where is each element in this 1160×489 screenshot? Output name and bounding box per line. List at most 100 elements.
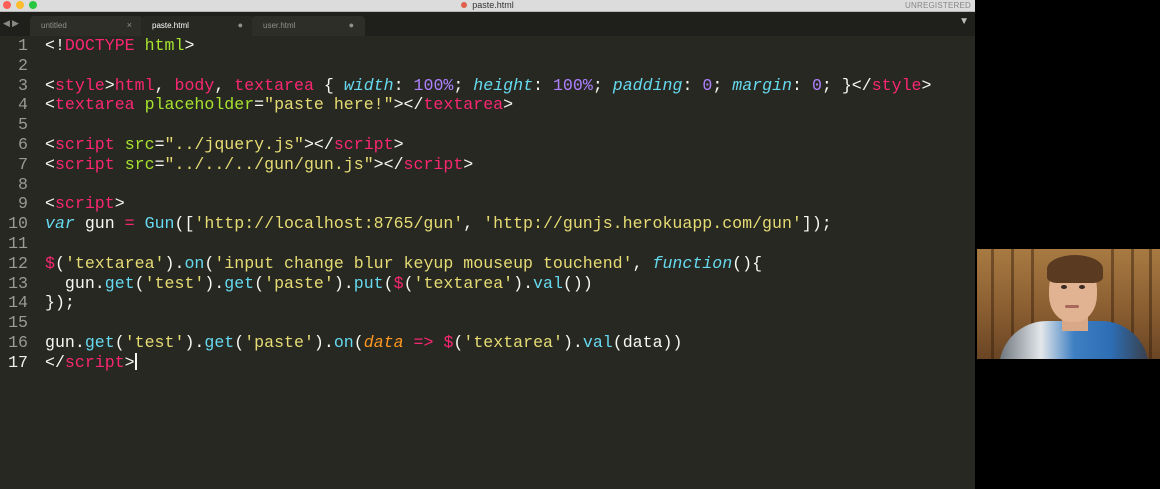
- line-number: 17: [8, 352, 28, 372]
- code-token: data: [363, 332, 404, 352]
- code-token: (: [134, 273, 145, 293]
- code-text[interactable]: <textarea placeholder="paste here!"></te…: [45, 95, 513, 115]
- code-token: ]);: [801, 214, 832, 234]
- code-line[interactable]: 6 <script src="../jquery.js"></script>: [0, 135, 975, 155]
- code-token: >: [114, 194, 125, 214]
- code-token: 0: [702, 75, 713, 95]
- code-text[interactable]: $('textarea').on('input change blur keyu…: [45, 254, 762, 274]
- code-line[interactable]: 15: [0, 313, 975, 333]
- line-number: 7: [18, 154, 28, 174]
- code-token: on: [184, 253, 205, 273]
- code-token: ).: [204, 273, 225, 293]
- code-line[interactable]: 4 <textarea placeholder="paste here!"></t…: [0, 95, 975, 115]
- code-line[interactable]: 14});: [0, 293, 975, 313]
- code-text[interactable]: <style>html, body, textarea { width: 100…: [45, 76, 931, 96]
- code-token: 'paste': [264, 273, 334, 293]
- code-text[interactable]: var gun = Gun(['http://localhost:8765/gu…: [45, 214, 832, 234]
- code-token: {: [313, 75, 344, 95]
- code-line[interactable]: 17 </script>: [0, 352, 975, 373]
- code-token: 'test': [124, 332, 185, 352]
- tab-paste-html[interactable]: paste.html ●: [141, 16, 254, 36]
- line-number: 9: [18, 194, 28, 214]
- code-line[interactable]: 10 var gun = Gun(['http://localhost:8765/…: [0, 214, 975, 234]
- line-number: 1: [18, 36, 28, 55]
- code-token: ,: [154, 75, 175, 95]
- code-token: script: [333, 134, 394, 154]
- code-text[interactable]: });: [45, 293, 75, 313]
- code-text[interactable]: gun.get('test').get('paste').put($('text…: [45, 274, 593, 294]
- code-token: ; }</: [821, 75, 872, 95]
- tab-bar: ◀ ▶ untitled × paste.html ● user.html ● …: [0, 12, 975, 36]
- tab-dropdown-icon[interactable]: ▼: [959, 16, 969, 27]
- code-line[interactable]: 7 <script src="../../../gun/gun.js"></scr…: [0, 155, 975, 175]
- code-token: 100%: [552, 75, 593, 95]
- code-line[interactable]: 13 gun.get('test').get('paste').put($('t…: [0, 274, 975, 294]
- code-line[interactable]: 9 <script>: [0, 194, 975, 214]
- code-token: ).: [562, 332, 583, 352]
- code-token: val: [533, 273, 563, 293]
- file-icon: [461, 2, 468, 8]
- code-token: html: [144, 36, 185, 55]
- code-token: $: [393, 273, 404, 293]
- code-line[interactable]: 8: [0, 175, 975, 195]
- code-token: 'textarea': [64, 253, 165, 273]
- code-token: =>: [413, 332, 434, 352]
- window-title: paste.html: [0, 0, 975, 11]
- code-token: ).: [313, 332, 334, 352]
- code-token: >: [921, 75, 932, 95]
- code-text[interactable]: <script src="../jquery.js"></script>: [45, 135, 404, 155]
- code-editor[interactable]: 1 <!DOCTYPE html> 2 3 <style>html, body, tex…: [0, 36, 975, 489]
- code-token: :: [682, 75, 703, 95]
- modified-dot-icon[interactable]: ●: [238, 20, 243, 30]
- code-line[interactable]: 12 $('textarea').on('input change blur ke…: [0, 254, 975, 274]
- code-token: ></: [393, 95, 424, 115]
- code-text[interactable]: gun.get('test').get('paste').on(data => …: [45, 333, 682, 353]
- code-text[interactable]: <script src="../../../gun/gun.js"></scri…: [45, 155, 473, 175]
- code-token: 'paste': [244, 332, 314, 352]
- code-token: ).: [513, 273, 534, 293]
- code-token: gun: [74, 214, 125, 234]
- line-number: 12: [8, 253, 28, 273]
- code-token: =: [154, 134, 165, 154]
- code-line[interactable]: 3 <style>html, body, textarea { width: 10…: [0, 76, 975, 96]
- code-token: (: [204, 253, 215, 273]
- code-text[interactable]: <script>: [45, 194, 125, 214]
- code-line[interactable]: 16 gun.get('test').get('paste').on(data =…: [0, 333, 975, 353]
- tab-untitled[interactable]: untitled ×: [30, 16, 143, 36]
- code-token: ).: [333, 273, 354, 293]
- code-token: textarea: [423, 95, 504, 115]
- code-token: 'test': [144, 273, 205, 293]
- code-token: get: [84, 332, 115, 352]
- line-number: 10: [8, 214, 28, 234]
- close-icon[interactable]: ×: [127, 20, 132, 30]
- tab-user-html[interactable]: user.html ●: [252, 16, 365, 36]
- tab-label: untitled: [41, 21, 67, 30]
- line-number: 15: [8, 313, 28, 333]
- code-token: >: [463, 154, 474, 174]
- code-token: <: [45, 75, 55, 95]
- forward-arrow-icon[interactable]: ▶: [12, 18, 19, 28]
- code-token: <: [45, 154, 55, 174]
- code-token: "paste here!": [264, 95, 394, 115]
- code-token: (: [353, 332, 364, 352]
- back-arrow-icon[interactable]: ◀: [3, 18, 10, 28]
- code-line[interactable]: 2: [0, 56, 975, 76]
- code-token: (: [114, 332, 125, 352]
- code-text[interactable]: </script>: [45, 352, 137, 373]
- code-line[interactable]: 1 <!DOCTYPE html>: [0, 36, 975, 56]
- code-line[interactable]: 5: [0, 115, 975, 135]
- code-token: });: [45, 293, 75, 313]
- code-token: ).: [184, 332, 205, 352]
- modified-dot-icon[interactable]: ●: [349, 20, 354, 30]
- code-text[interactable]: <!DOCTYPE html>: [45, 36, 194, 56]
- unregistered-label: UNREGISTERED: [905, 1, 971, 10]
- code-line[interactable]: 11: [0, 234, 975, 254]
- code-token: 'input change blur keyup mouseup touchen…: [214, 253, 633, 273]
- code-token: function: [652, 253, 733, 273]
- line-number: 8: [18, 174, 28, 194]
